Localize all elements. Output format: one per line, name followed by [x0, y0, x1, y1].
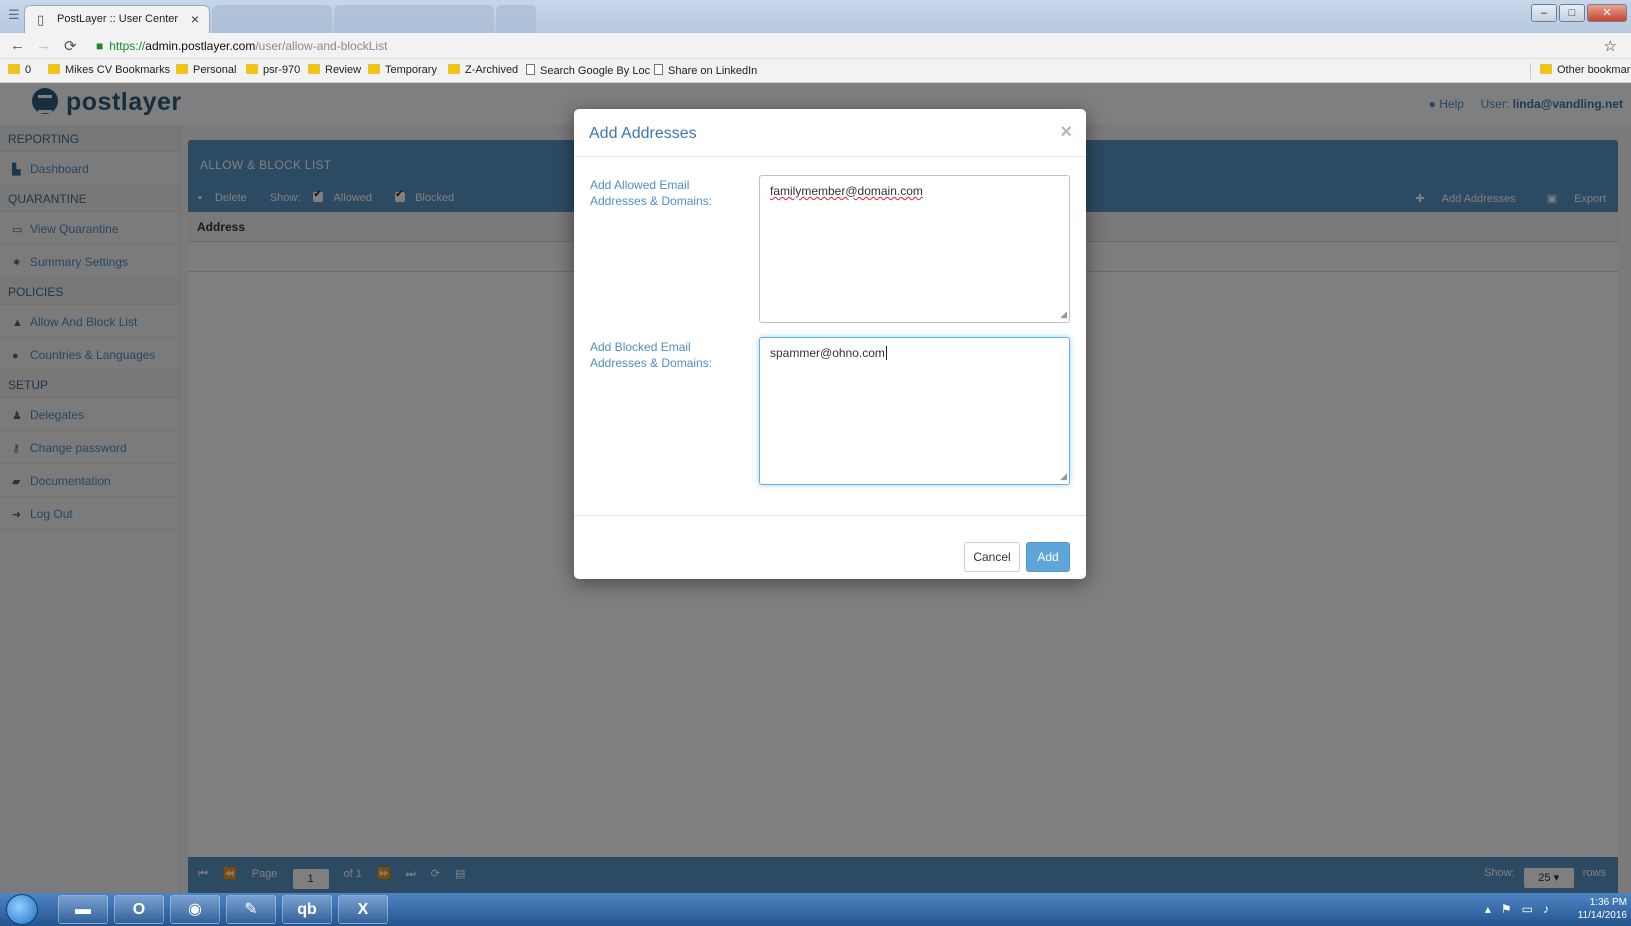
clock[interactable]: 1:36 PM 11/14/2016 — [1578, 896, 1627, 922]
bookmark-folder[interactable]: 0 — [8, 64, 31, 76]
url-path: /user/allow-and-blockList — [255, 39, 388, 53]
windows-taskbar: ▬ O ◉ ✎ qb X ▴ ⚑ ▭ ♪ 1:36 PM 11/14/2016 — [0, 893, 1631, 926]
bookmark-folder[interactable]: psr-970 — [246, 64, 300, 76]
folder-icon — [48, 64, 60, 74]
forward-icon[interactable]: → — [36, 37, 51, 54]
app-icon[interactable]: ✎ — [226, 895, 276, 924]
url-host: admin.postlayer.com — [145, 39, 256, 53]
blocked-addresses-textarea[interactable]: spammer@ohno.com ◢ — [759, 337, 1070, 485]
folder-icon — [8, 64, 20, 74]
page-icon — [526, 64, 535, 75]
bookmark-folder[interactable]: Review — [308, 64, 361, 76]
start-button[interactable] — [6, 894, 38, 925]
browser-tab-active[interactable]: ▯ PostLayer :: User Center × — [24, 5, 210, 33]
flag-icon[interactable]: ⚑ — [1501, 902, 1512, 916]
other-bookmarks[interactable]: Other bookmarks — [1540, 64, 1631, 76]
reload-icon[interactable]: ⟳ — [64, 37, 77, 55]
bookmark-page[interactable]: Search Google By Loc — [526, 64, 650, 77]
system-tray-icons: ▴ ⚑ ▭ ♪ — [1485, 902, 1549, 916]
bookmark-folder[interactable]: Personal — [176, 64, 236, 76]
url-scheme: https:// — [109, 39, 146, 53]
folder-icon — [246, 64, 258, 74]
minimize-icon[interactable]: – — [1531, 4, 1557, 22]
browser-tabstrip: ☰ ▯ PostLayer :: User Center × – □ ✕ — [0, 0, 1631, 33]
modal-header: Add Addresses × — [574, 109, 1086, 157]
quickbooks-icon[interactable]: qb — [282, 895, 332, 924]
bookmark-separator — [1530, 63, 1531, 79]
close-window-icon[interactable]: ✕ — [1587, 4, 1627, 22]
bookmark-folder[interactable]: Z-Archived — [448, 64, 518, 76]
page-icon: ▯ — [37, 12, 45, 27]
allowed-addresses-textarea[interactable]: familymember@domain.com ◢ — [759, 175, 1070, 323]
folder-icon — [448, 64, 460, 74]
bookmark-folder[interactable]: Mikes CV Bookmarks — [48, 64, 170, 76]
outlook-icon[interactable]: O — [114, 895, 164, 924]
blocked-addresses-value: spammer@ohno.com — [770, 346, 885, 360]
bookmark-star-icon[interactable]: ☆ — [1604, 37, 1617, 55]
cancel-button[interactable]: Cancel — [964, 542, 1020, 572]
browser-tab[interactable] — [334, 5, 494, 33]
resize-grip-icon[interactable]: ◢ — [1060, 471, 1067, 482]
window-controls: – □ ✕ — [1531, 4, 1627, 22]
bookmark-folder[interactable]: Temporary — [368, 64, 437, 76]
maximize-icon[interactable]: □ — [1559, 4, 1585, 22]
volume-icon[interactable]: ♪ — [1543, 902, 1549, 916]
address-bar: ← → ⟳ ■ https://admin.postlayer.com/user/… — [0, 33, 1631, 59]
clock-date: 11/14/2016 — [1577, 910, 1627, 921]
bookmark-page[interactable]: Share on LinkedIn — [654, 64, 757, 77]
modal-title: Add Addresses — [589, 125, 697, 142]
tab-title: PostLayer :: User Center — [57, 13, 179, 25]
page-icon — [654, 64, 663, 75]
allowed-addresses-label: Add Allowed Email Addresses & Domains: — [590, 178, 713, 208]
bookmarks-bar: 0 Mikes CV Bookmarks Personal psr-970 Re… — [0, 59, 1631, 83]
screen: ☰ ▯ PostLayer :: User Center × – □ ✕ ← →… — [0, 0, 1631, 926]
network-icon[interactable]: ▭ — [1522, 902, 1533, 916]
explorer-icon[interactable]: ▬ — [58, 895, 108, 924]
new-tab-button[interactable] — [496, 5, 536, 33]
text-cursor — [885, 346, 887, 360]
back-icon[interactable]: ← — [10, 37, 25, 54]
browser-tab[interactable] — [212, 5, 332, 33]
resize-grip-icon[interactable]: ◢ — [1060, 309, 1067, 320]
close-icon[interactable]: × — [1060, 121, 1072, 144]
excel-icon[interactable]: X — [338, 895, 388, 924]
modal-footer: Cancel Add — [574, 515, 1086, 579]
folder-icon — [308, 64, 320, 74]
folder-icon — [1540, 64, 1552, 74]
tab-close-icon[interactable]: × — [191, 11, 199, 27]
clock-time: 1:36 PM — [1589, 897, 1627, 908]
chrome-icon[interactable]: ◉ — [170, 895, 220, 924]
add-button[interactable]: Add — [1026, 542, 1070, 572]
tray-expand-icon[interactable]: ▴ — [1485, 902, 1491, 916]
allowed-addresses-value: familymember@domain.com — [770, 184, 923, 198]
folder-icon — [368, 64, 380, 74]
add-addresses-dialog: Add Addresses × Add Allowed Email Addres… — [574, 109, 1086, 579]
url-field[interactable]: ■ https://admin.postlayer.com/user/allow-… — [96, 39, 387, 53]
lock-icon: ■ — [96, 39, 104, 53]
folder-icon — [176, 64, 188, 74]
blocked-addresses-label: Add Blocked Email Addresses & Domains: — [590, 340, 713, 370]
